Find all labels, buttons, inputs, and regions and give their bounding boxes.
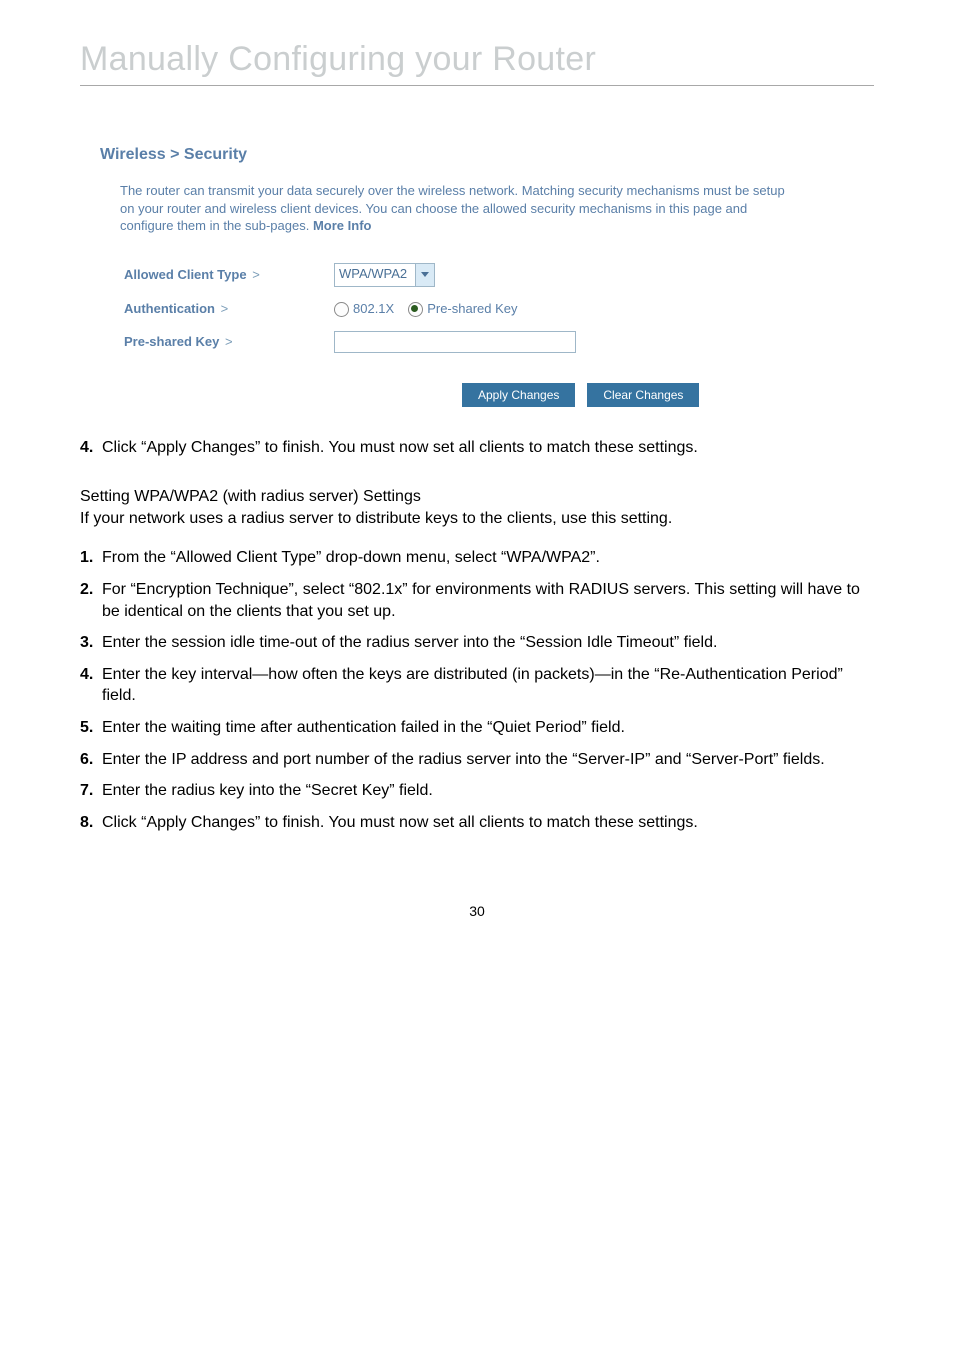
button-row: Apply Changes Clear Changes — [462, 383, 854, 407]
label-client-type-text: Allowed Client Type — [124, 267, 247, 282]
list-item: 4. Click “Apply Changes” to finish. You … — [80, 437, 874, 459]
label-psk-text: Pre-shared Key — [124, 334, 219, 349]
radio-8021x-label: 802.1X — [353, 301, 394, 316]
list-item: 1. From the “Allowed Client Type” drop-d… — [80, 547, 874, 569]
radio-8021x[interactable]: 802.1X — [334, 301, 394, 317]
label-authentication: Authentication > — [124, 301, 334, 316]
list-item: 2. For “Encryption Technique”, select “8… — [80, 579, 874, 622]
list-item: 3. Enter the session idle time-out of th… — [80, 632, 874, 654]
list-item: 4. Enter the key interval—how often the … — [80, 664, 874, 707]
chevron-icon: > — [252, 267, 260, 282]
row-authentication: Authentication > 802.1X Pre-shared Key — [124, 301, 854, 317]
row-psk: Pre-shared Key > — [124, 331, 854, 353]
more-info-link[interactable]: More Info — [313, 218, 372, 233]
list-item: 5. Enter the waiting time after authenti… — [80, 717, 874, 739]
item-number: 3. — [80, 632, 102, 654]
panel-desc-text: The router can transmit your data secure… — [120, 183, 785, 233]
item-number: 7. — [80, 780, 102, 802]
chevron-icon: > — [221, 301, 229, 316]
label-psk: Pre-shared Key > — [124, 334, 334, 349]
title-divider — [80, 85, 874, 86]
item-number: 8. — [80, 812, 102, 834]
chevron-icon: > — [225, 334, 233, 349]
item-text: Enter the radius key into the “Secret Ke… — [102, 780, 874, 802]
page-number: 30 — [80, 903, 874, 919]
item-text: Enter the session idle time-out of the r… — [102, 632, 874, 654]
form-area: Allowed Client Type > WPA/WPA2 Authentic… — [124, 263, 854, 407]
radius-intro: If your network uses a radius server to … — [80, 508, 874, 530]
radio-psk-label: Pre-shared Key — [427, 301, 517, 316]
item-text: Enter the waiting time after authenticat… — [102, 717, 874, 739]
label-authentication-text: Authentication — [124, 301, 215, 316]
apply-changes-button[interactable]: Apply Changes — [462, 383, 575, 407]
security-panel: Wireless > Security The router can trans… — [100, 146, 854, 407]
item-number: 5. — [80, 717, 102, 739]
item-number: 4. — [80, 437, 102, 459]
item-number: 2. — [80, 579, 102, 622]
panel-description: The router can transmit your data secure… — [120, 182, 800, 235]
item-number: 4. — [80, 664, 102, 707]
psk-input[interactable] — [334, 331, 576, 353]
item-text: Enter the key interval—how often the key… — [102, 664, 874, 707]
clear-changes-button[interactable]: Clear Changes — [587, 383, 699, 407]
list-item: 6. Enter the IP address and port number … — [80, 749, 874, 771]
label-client-type: Allowed Client Type > — [124, 267, 334, 282]
body-content: 4. Click “Apply Changes” to finish. You … — [80, 437, 874, 834]
item-text: For “Encryption Technique”, select “802.… — [102, 579, 874, 622]
panel-heading: Wireless > Security — [100, 146, 854, 164]
radius-section-title: Setting WPA/WPA2 (with radius server) Se… — [80, 486, 874, 508]
select-value: WPA/WPA2 — [335, 264, 415, 286]
radio-psk[interactable]: Pre-shared Key — [408, 301, 517, 317]
authentication-radio-group: 802.1X Pre-shared Key — [334, 301, 518, 317]
list-item: 8. Click “Apply Changes” to finish. You … — [80, 812, 874, 834]
radio-icon — [408, 302, 423, 317]
radio-icon — [334, 302, 349, 317]
item-text: Click “Apply Changes” to finish. You mus… — [102, 812, 874, 834]
item-number: 6. — [80, 749, 102, 771]
item-text: Click “Apply Changes” to finish. You mus… — [102, 437, 874, 459]
page-title: Manually Configuring your Router — [80, 40, 874, 79]
list-item: 7. Enter the radius key into the “Secret… — [80, 780, 874, 802]
chevron-down-icon — [421, 272, 429, 277]
item-text: From the “Allowed Client Type” drop-down… — [102, 547, 874, 569]
select-dropdown-button[interactable] — [415, 264, 434, 286]
item-number: 1. — [80, 547, 102, 569]
row-client-type: Allowed Client Type > WPA/WPA2 — [124, 263, 854, 287]
client-type-select[interactable]: WPA/WPA2 — [334, 263, 435, 287]
item-text: Enter the IP address and port number of … — [102, 749, 874, 771]
